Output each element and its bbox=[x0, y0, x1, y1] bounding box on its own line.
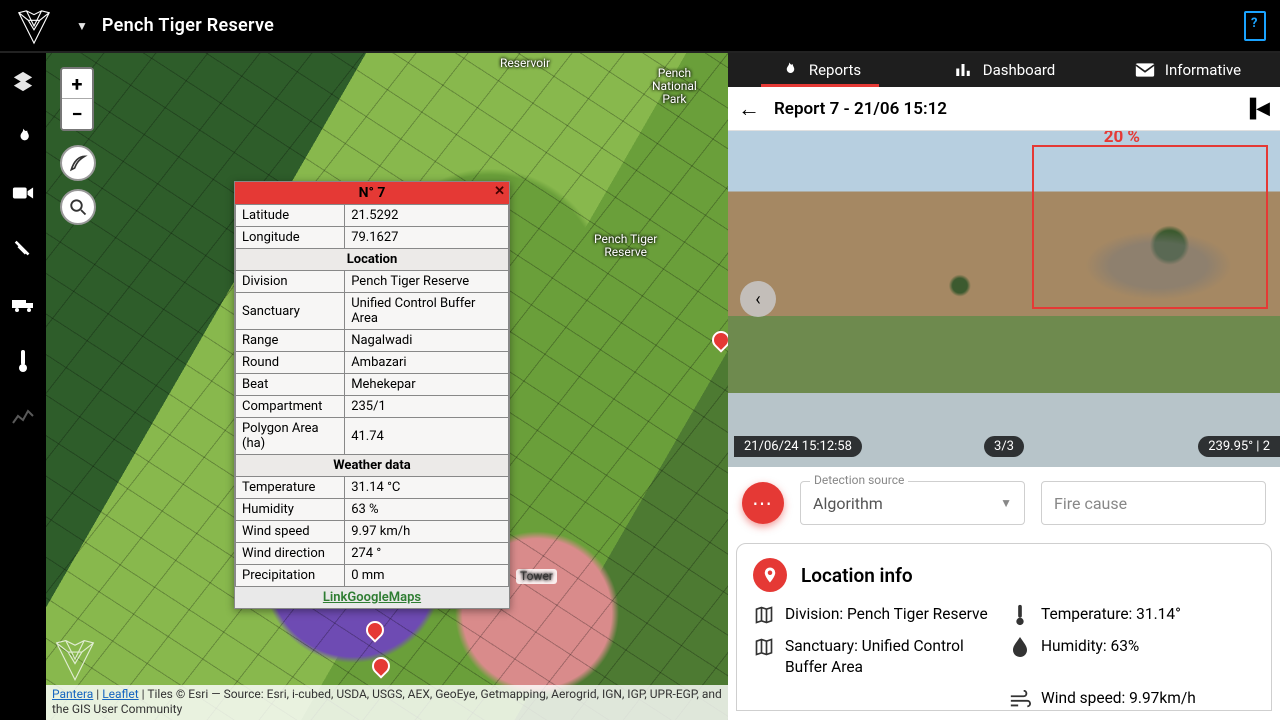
popup-close-button[interactable]: ✕ bbox=[494, 184, 505, 199]
detection-source-select[interactable]: Algorithm ▼ bbox=[800, 481, 1025, 525]
back-button[interactable]: ← bbox=[738, 96, 760, 122]
droplet-icon bbox=[1009, 636, 1031, 658]
zoom-out-button[interactable]: − bbox=[62, 99, 92, 129]
location-info-card: Location info Division: Pench Tiger Rese… bbox=[736, 543, 1272, 711]
layers-icon[interactable] bbox=[11, 69, 35, 93]
camera-icon[interactable] bbox=[11, 181, 35, 205]
loc-temperature: Temperature: 31.14° bbox=[1009, 604, 1255, 626]
detection-photo: 20 % ‹ 21/06/24 15:12:58 3/3 239.95° | 2 bbox=[728, 131, 1280, 467]
popup-row-value: 21.5292 bbox=[345, 205, 509, 227]
map-label-reservoir: Reservoir bbox=[500, 57, 550, 70]
map-icon bbox=[753, 636, 775, 658]
map-label-pench-tiger: Pench Tiger Reserve bbox=[594, 233, 657, 259]
search-tool-button[interactable] bbox=[60, 189, 96, 225]
feature-popup: N° 7 ✕ Latitude21.5292 Longitude79.1627 … bbox=[234, 181, 510, 609]
left-toolbar bbox=[0, 53, 46, 720]
reserve-name: Pench Tiger Reserve bbox=[102, 15, 274, 36]
reserve-dropdown-caret[interactable]: ▼ bbox=[76, 19, 88, 33]
photo-prev-button[interactable]: ‹ bbox=[740, 281, 776, 317]
location-pin-icon bbox=[753, 558, 787, 592]
skip-start-button[interactable]: ▐◀ bbox=[1243, 98, 1270, 119]
fire-icon[interactable] bbox=[11, 125, 35, 149]
pantera-link[interactable]: Pantera bbox=[52, 687, 93, 701]
detection-confidence: 20 % bbox=[1104, 131, 1140, 147]
thermometer-icon bbox=[1009, 604, 1031, 626]
report-header: ← Report 7 - 21/06 15:12 ▐◀ bbox=[728, 87, 1280, 131]
tab-dashboard[interactable]: Dashboard bbox=[912, 53, 1096, 87]
google-maps-link[interactable]: LinkGoogleMaps bbox=[323, 590, 421, 605]
report-controls: ⋯ Detection source Algorithm ▼ Fire caus… bbox=[728, 467, 1280, 533]
zoom-control: + − bbox=[60, 67, 94, 131]
tab-bar: Reports Dashboard Informative bbox=[728, 53, 1280, 87]
chart-icon bbox=[953, 60, 973, 80]
location-info-title: Location info bbox=[801, 564, 913, 587]
fire-cause-field: Fire cause bbox=[1041, 481, 1266, 525]
map-label-tower: Tower bbox=[516, 569, 557, 584]
loc-windspeed: Wind speed: 9.97km/h bbox=[1009, 688, 1255, 710]
tab-reports[interactable]: Reports bbox=[728, 53, 912, 87]
detection-bounding-box bbox=[1032, 145, 1268, 309]
watermark-logo-icon bbox=[52, 636, 98, 686]
fire-cause-select[interactable]: Fire cause bbox=[1041, 481, 1266, 525]
tab-informative[interactable]: Informative bbox=[1096, 53, 1280, 87]
popup-title: N° 7 ✕ bbox=[235, 182, 509, 204]
wind-icon bbox=[1009, 688, 1031, 710]
top-bar: ▼ Pench Tiger Reserve bbox=[0, 0, 1280, 53]
satellite-icon[interactable] bbox=[11, 237, 35, 261]
popup-row-label: Latitude bbox=[236, 205, 345, 227]
map-label-pench-np: Pench National Park bbox=[652, 67, 697, 107]
zoom-in-button[interactable]: + bbox=[62, 69, 92, 99]
right-panel: Reports Dashboard Informative ← Report 7… bbox=[728, 53, 1280, 720]
help-tablet-icon[interactable] bbox=[1244, 11, 1266, 41]
thermometer-icon[interactable] bbox=[11, 349, 35, 373]
more-actions-button[interactable]: ⋯ bbox=[742, 482, 784, 524]
leaflet-link[interactable]: Leaflet bbox=[102, 687, 138, 701]
map-attribution: Pantera | Leaflet | Tiles © Esri — Sourc… bbox=[46, 685, 728, 720]
map-view[interactable]: Reservoir Pench National Park Pench Tige… bbox=[46, 53, 728, 720]
mail-icon bbox=[1135, 60, 1155, 80]
tiger-logo-icon bbox=[14, 6, 54, 46]
photo-timestamp: 21/06/24 15:12:58 bbox=[734, 436, 862, 457]
report-title: Report 7 - 21/06 15:12 bbox=[774, 99, 1229, 119]
detection-source-label: Detection source bbox=[810, 473, 908, 487]
firetruck-icon[interactable] bbox=[11, 293, 35, 317]
loc-humidity: Humidity: 63% bbox=[1009, 636, 1255, 678]
photo-bearing: 239.95° | 2 bbox=[1198, 436, 1280, 457]
map-icon bbox=[753, 604, 775, 626]
detection-source-field: Detection source Algorithm ▼ bbox=[800, 481, 1025, 525]
chevron-down-icon: ▼ bbox=[1000, 496, 1012, 510]
fire-icon bbox=[779, 60, 799, 80]
trend-icon[interactable] bbox=[11, 405, 35, 429]
loc-sanctuary: Sanctuary: Unified Control Buffer Area bbox=[753, 636, 999, 678]
photo-page: 3/3 bbox=[984, 436, 1024, 457]
feather-tool-button[interactable] bbox=[60, 145, 96, 181]
loc-division: Division: Pench Tiger Reserve bbox=[753, 604, 999, 626]
